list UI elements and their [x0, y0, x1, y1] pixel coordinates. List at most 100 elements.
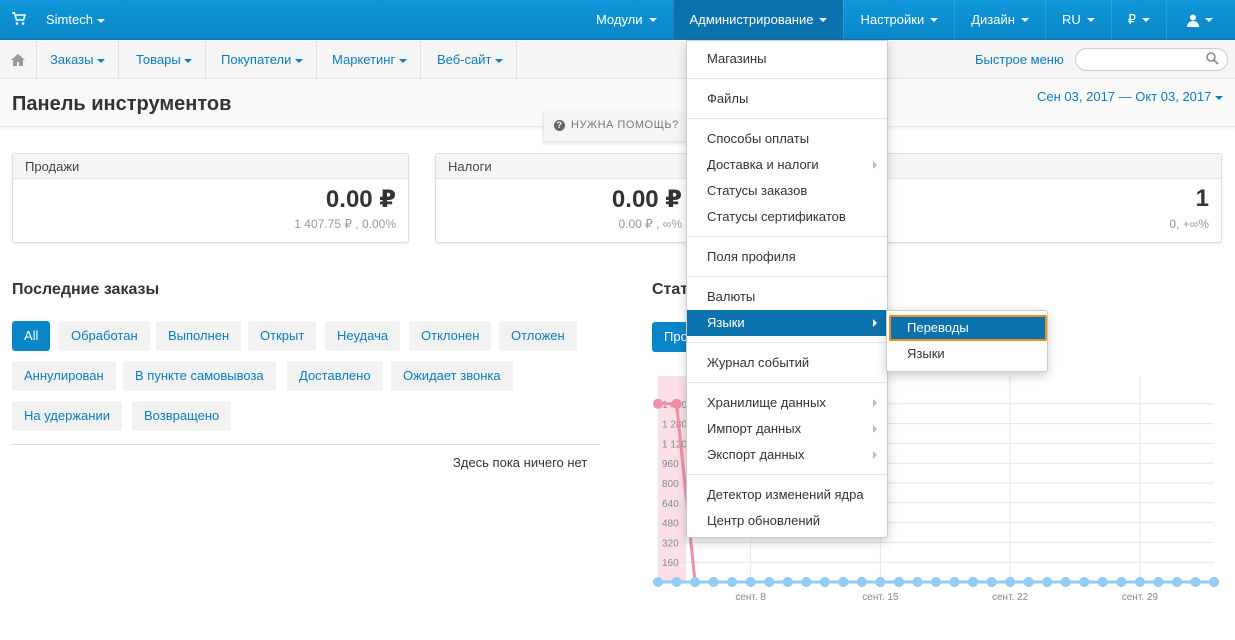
topnav-language[interactable]: RU: [1044, 0, 1111, 40]
menu-item[interactable]: Доставка и налоги: [687, 152, 887, 178]
filter-pill[interactable]: Возвращено: [132, 401, 232, 431]
menu-item[interactable]: Магазины: [687, 46, 887, 72]
data-point: [1116, 577, 1127, 587]
search-icon: [1206, 52, 1219, 65]
data-point: [1042, 577, 1053, 587]
topnav-currency[interactable]: ₽: [1110, 0, 1166, 40]
page-title: Панель инструментов: [12, 93, 232, 115]
subnav-item[interactable]: Заказы: [37, 41, 120, 79]
filter-pill[interactable]: На удержании: [12, 401, 122, 431]
topnav-label: RU: [1061, 12, 1081, 27]
menu-item[interactable]: Валюты: [687, 284, 887, 310]
subnav-item[interactable]: Покупатели: [208, 41, 317, 79]
card-subvalue: 0, +∞%: [1169, 217, 1209, 231]
x-tick-label: сент. 29: [1122, 592, 1159, 603]
user-menu-button[interactable]: [1166, 0, 1235, 40]
card-subvalue: 1 407.75 ₽ , 0.00%: [294, 217, 396, 231]
data-point: [1005, 577, 1016, 587]
filter-pill[interactable]: Аннулирован: [12, 361, 116, 391]
quick-menu-link[interactable]: Быстрое меню: [975, 52, 1064, 67]
menu-item[interactable]: Статусы заказов: [687, 178, 887, 204]
x-tick-label: сент. 8: [735, 592, 766, 603]
chevron-down-icon: [294, 58, 303, 63]
card-value: 0.00 ₽: [611, 186, 682, 213]
subnav-item[interactable]: Маркетинг: [319, 41, 421, 79]
submenu-item[interactable]: Языки: [889, 341, 1047, 367]
filter-pill[interactable]: Обработан: [59, 321, 150, 351]
filter-pill[interactable]: Отклонен: [409, 321, 492, 351]
data-point: [1097, 577, 1108, 587]
topnav-settings[interactable]: Настройки: [843, 0, 954, 40]
menu-item[interactable]: Детектор изменений ядра: [687, 482, 887, 508]
topnav-design[interactable]: Дизайн: [954, 0, 1045, 40]
subnav-item[interactable]: Веб-сайт: [424, 41, 518, 79]
question-icon: ?: [554, 120, 565, 131]
submenu-item[interactable]: Переводы: [889, 315, 1047, 341]
home-icon: [11, 54, 25, 66]
card-value: 1: [1195, 185, 1209, 212]
menu-divider: [687, 342, 887, 343]
search-input[interactable]: [1075, 48, 1228, 71]
menu-item[interactable]: Импорт данных: [687, 416, 887, 442]
data-point: [1171, 577, 1182, 587]
filter-pill[interactable]: Ожидает звонка: [391, 361, 513, 391]
taxes-card: Налоги 0.00 ₽ 0.00 ₽ , ∞%: [435, 153, 695, 243]
chevron-down-icon: [495, 58, 504, 63]
store-name: Simtech: [46, 12, 93, 27]
data-point: [764, 577, 775, 587]
chevron-down-icon: [184, 58, 193, 63]
filter-pill[interactable]: Неудача: [325, 321, 401, 351]
menu-item[interactable]: Языки: [687, 310, 887, 336]
data-point: [819, 577, 830, 587]
data-point: [708, 577, 719, 587]
help-label: НУЖНА ПОМОЩЬ?: [571, 119, 679, 131]
data-point: [1153, 577, 1164, 587]
store-switcher[interactable]: Simtech: [46, 12, 105, 27]
card-title: Продажи: [13, 154, 408, 179]
topnav-modules[interactable]: Модули: [580, 0, 673, 40]
menu-item[interactable]: Журнал событий: [687, 350, 887, 376]
topnav-label: Дизайн: [971, 12, 1015, 27]
menu-item-label: Доставка и налоги: [707, 157, 819, 172]
card-title: [861, 154, 1221, 179]
data-point: [1190, 577, 1201, 587]
filter-pill[interactable]: Выполнен: [156, 321, 242, 351]
menu-item[interactable]: Способы оплаты: [687, 126, 887, 152]
filter-pill[interactable]: All: [12, 321, 51, 351]
date-range-picker[interactable]: Сен 03, 2017 — Окт 03, 2017: [1037, 89, 1223, 104]
menu-item-label: Детектор изменений ядра: [707, 487, 864, 502]
subnav-label: Веб-сайт: [437, 52, 492, 67]
menu-item[interactable]: Экспорт данных: [687, 442, 887, 468]
data-point: [745, 577, 756, 587]
data-point: [653, 398, 663, 409]
chevron-down-icon: [97, 58, 106, 63]
filter-pill[interactable]: Отложен: [499, 321, 577, 351]
menu-item[interactable]: Статусы сертификатов: [687, 204, 887, 230]
menu-item[interactable]: Поля профиля: [687, 244, 887, 270]
menu-item[interactable]: Центр обновлений: [687, 508, 887, 534]
menu-item[interactable]: Файлы: [687, 86, 887, 112]
orders-count-card: 1 0, +∞%: [860, 153, 1222, 243]
languages-submenu: Переводы Языки: [886, 310, 1048, 372]
filter-pill[interactable]: Доставлено: [287, 361, 383, 391]
subnav-item[interactable]: Товары: [123, 41, 207, 79]
cart-icon[interactable]: [12, 12, 26, 26]
subnav-label: Покупатели: [221, 52, 292, 67]
menu-item-label: Статусы заказов: [707, 183, 808, 198]
data-point: [1209, 577, 1219, 587]
y-tick-label: 1 280: [662, 420, 687, 431]
card-subvalue: 0.00 ₽ , ∞%: [618, 217, 682, 231]
menu-item-label: Файлы: [707, 91, 749, 106]
filter-pill[interactable]: В пункте самовывоза: [123, 361, 276, 391]
chevron-right-icon: [873, 425, 877, 433]
y-tick-label: 640: [662, 499, 679, 510]
statistics-title: Стат: [652, 281, 689, 298]
data-point: [968, 577, 979, 587]
filter-pill[interactable]: Открыт: [248, 321, 317, 351]
data-point: [727, 577, 738, 587]
subnav-label: Заказы: [50, 52, 94, 67]
topnav-administration[interactable]: Администрирование: [672, 0, 844, 40]
home-button[interactable]: [0, 41, 37, 79]
help-button[interactable]: ? НУЖНА ПОМОЩЬ?: [543, 111, 693, 142]
menu-item[interactable]: Хранилище данных: [687, 390, 887, 416]
